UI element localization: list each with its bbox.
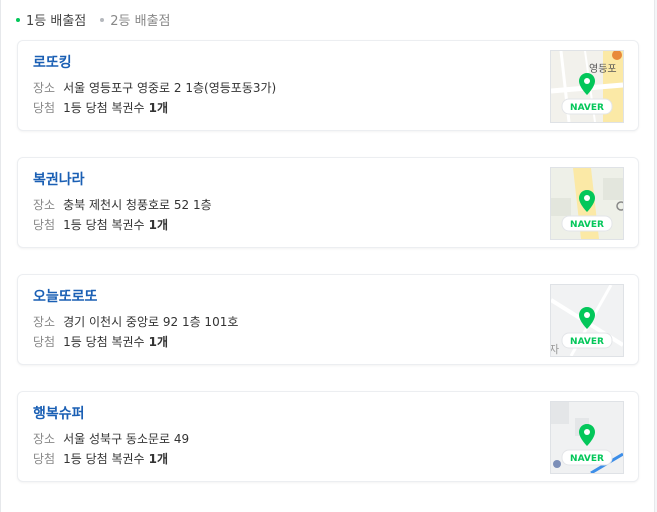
map-thumbnail[interactable]: NAVER xyxy=(550,167,624,240)
address-label: 장소 xyxy=(33,432,56,446)
lottery-store-list: 1등 배출점 2등 배출점 로또킹 장소 서울 영등포구 영중로 2 1층(영등… xyxy=(0,0,655,512)
store-address-row: 장소 충북 제천시 청풍호로 52 1층 xyxy=(33,196,212,213)
gray-dot-icon xyxy=(100,17,105,22)
legend-first-prize[interactable]: 1등 배출점 xyxy=(16,10,86,29)
naver-logo: NAVER xyxy=(570,220,604,230)
legend: 1등 배출점 2등 배출점 xyxy=(16,10,185,29)
win-text: 1등 당첨 복권수 xyxy=(63,218,145,232)
address-label: 장소 xyxy=(33,315,56,329)
store-address: 경기 이천시 중앙로 92 1층 101호 xyxy=(63,315,239,329)
store-address-row: 장소 경기 이천시 중앙로 92 1층 101호 xyxy=(33,313,238,330)
win-label: 당첨 xyxy=(33,452,56,466)
store-card: 복권나라 장소 충북 제천시 청풍호로 52 1층 당첨 1등 당첨 복권수 1… xyxy=(17,157,639,248)
store-card: 행복슈퍼 장소 서울 성북구 동소문로 49 당첨 1등 당첨 복권수 1개 N… xyxy=(17,391,639,482)
address-label: 장소 xyxy=(33,198,56,212)
naver-logo: NAVER xyxy=(570,103,604,113)
map-text: 자 xyxy=(551,343,559,356)
map-thumbnail[interactable]: NAVER xyxy=(550,401,624,474)
store-win-row: 당첨 1등 당첨 복권수 1개 xyxy=(33,333,168,350)
address-label: 장소 xyxy=(33,81,56,95)
store-win-row: 당첨 1등 당첨 복권수 1개 xyxy=(33,99,168,116)
win-count: 1개 xyxy=(148,452,168,466)
store-card: 로또킹 장소 서울 영등포구 영중로 2 1층(영등포동3가) 당첨 1등 당첨… xyxy=(17,40,639,131)
win-count: 1개 xyxy=(148,101,168,115)
legend-first-label: 1등 배출점 xyxy=(26,14,87,29)
win-text: 1등 당첨 복권수 xyxy=(63,452,145,466)
legend-second-prize[interactable]: 2등 배출점 xyxy=(100,10,171,29)
place-icon xyxy=(553,460,561,468)
store-card: 오늘또로또 장소 경기 이천시 중앙로 92 1층 101호 당첨 1등 당첨 … xyxy=(17,274,639,365)
map-thumbnail[interactable]: 영등포 NAVER xyxy=(550,50,624,123)
store-name-link[interactable]: 오늘또로또 xyxy=(33,286,97,306)
win-label: 당첨 xyxy=(33,335,56,349)
store-win-row: 당첨 1등 당첨 복권수 1개 xyxy=(33,216,168,233)
store-address-row: 장소 서울 영등포구 영중로 2 1층(영등포동3가) xyxy=(33,79,276,96)
win-label: 당첨 xyxy=(33,101,56,115)
naver-logo: NAVER xyxy=(570,454,604,464)
map-text: 영등포 xyxy=(589,63,617,75)
win-label: 당첨 xyxy=(33,218,56,232)
win-text: 1등 당첨 복권수 xyxy=(63,335,145,349)
naver-logo: NAVER xyxy=(570,337,604,347)
map-thumbnail[interactable]: 자 NAVER xyxy=(550,284,624,357)
win-count: 1개 xyxy=(148,335,168,349)
store-address: 서울 성북구 동소문로 49 xyxy=(63,432,190,446)
store-name-link[interactable]: 복권나라 xyxy=(33,169,85,189)
store-address: 서울 영등포구 영중로 2 1층(영등포동3가) xyxy=(63,81,277,95)
store-name-link[interactable]: 로또킹 xyxy=(33,52,72,72)
green-dot-icon xyxy=(16,17,20,22)
win-text: 1등 당첨 복권수 xyxy=(63,101,145,115)
win-count: 1개 xyxy=(148,218,168,232)
store-name-link[interactable]: 행복슈퍼 xyxy=(33,403,85,423)
store-address-row: 장소 서울 성북구 동소문로 49 xyxy=(33,430,189,447)
store-win-row: 당첨 1등 당첨 복권수 1개 xyxy=(33,450,168,467)
legend-second-label: 2등 배출점 xyxy=(110,14,171,29)
store-address: 충북 제천시 청풍호로 52 1층 xyxy=(63,198,212,212)
